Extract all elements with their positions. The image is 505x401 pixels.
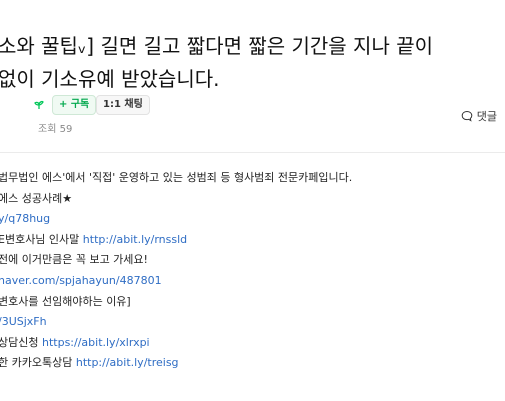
- follow-button[interactable]: + 구독: [52, 95, 97, 115]
- body-line: 에스 성공사례★: [0, 191, 73, 205]
- author-meta: + 구독 1:1 채팅 조회 59 댓글: [0, 95, 505, 135]
- comment-button[interactable]: 댓글: [461, 108, 497, 124]
- comment-label: 댓글: [476, 110, 497, 123]
- body-line: 한 카카오톡상담 http://abit.ly/treisg: [0, 353, 505, 374]
- divider: [0, 152, 505, 153]
- post-title: 소와 꿀팁ᵥ] 길면 길고 짧다면 짧은 기간을 지나 끝이 없이 기소유예 받…: [0, 30, 505, 96]
- body-link[interactable]: https://abit.ly/xlrxpi: [42, 336, 150, 349]
- body-line: E변호사님 인사말 http://abit.ly/rnssld: [0, 230, 505, 251]
- body-line: naver.com/spjahayun/487801: [0, 271, 505, 292]
- view-count: 조회 59: [38, 124, 73, 135]
- post-body: 법무법인 에스'에서 '직접' 운영하고 있는 성범죄 등 형사범죄 전문카페입…: [0, 168, 505, 374]
- body-line: /3USjxFh: [0, 312, 505, 333]
- body-text: E변호사님 인사말: [0, 232, 83, 246]
- body-text: 상담신청: [0, 335, 42, 349]
- body-link[interactable]: y/q78hug: [0, 212, 50, 225]
- body-link[interactable]: naver.com/spjahayun/487801: [0, 274, 162, 287]
- body-text: 한 카카오톡상담: [0, 356, 76, 370]
- body-line: 변호사를 선임해야하는 이유]: [0, 294, 131, 308]
- post-title-line-1: 소와 꿀팁ᵥ] 길면 길고 짧다면 짧은 기간을 지나 끝이: [0, 34, 434, 58]
- sprout-level-icon: [34, 100, 44, 113]
- chat-button[interactable]: 1:1 채팅: [96, 95, 150, 115]
- body-link[interactable]: http://abit.ly/rnssld: [83, 233, 187, 246]
- comment-icon: [461, 110, 473, 122]
- body-line: y/q78hug: [0, 209, 505, 230]
- post-title-line-2: 없이 기소유예 받았습니다.: [0, 67, 220, 91]
- body-line: 법무법인 에스'에서 '직접' 운영하고 있는 성범죄 등 형사범죄 전문카페입…: [0, 171, 353, 184]
- body-link[interactable]: /3USjxFh: [0, 315, 47, 328]
- body-link[interactable]: http://abit.ly/treisg: [76, 356, 179, 369]
- body-line: 전에 이거만큼은 꼭 보고 가세요!: [0, 253, 148, 267]
- body-line: 상담신청 https://abit.ly/xlrxpi: [0, 333, 505, 354]
